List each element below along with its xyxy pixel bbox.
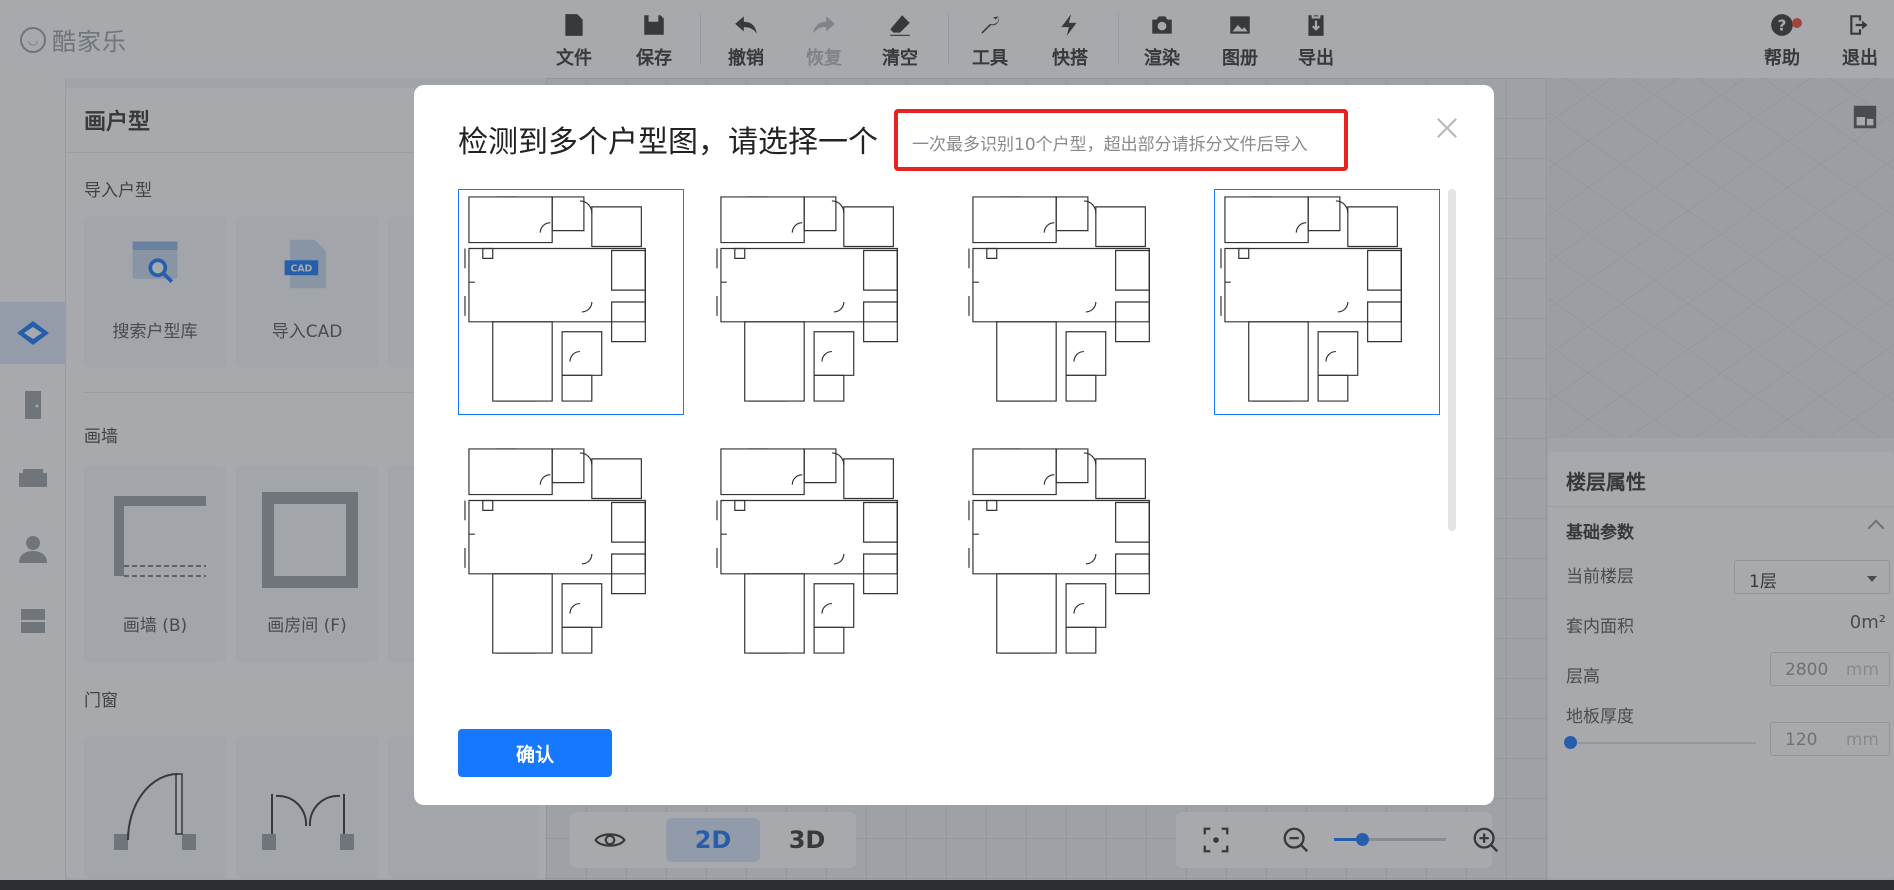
dialog-scrollbar[interactable] bbox=[1448, 189, 1456, 531]
floorplan-thumbnail bbox=[716, 448, 898, 654]
floorplan-option[interactable] bbox=[962, 189, 1188, 415]
confirm-button[interactable]: 确认 bbox=[458, 729, 612, 777]
select-floorplan-dialog: 检测到多个户型图，请选择一个 一次最多识别10个户型，超出部分请拆分文件后导入 … bbox=[414, 85, 1494, 805]
floorplan-option[interactable] bbox=[962, 441, 1188, 667]
dialog-hint-highlight: 一次最多识别10个户型，超出部分请拆分文件后导入 bbox=[894, 109, 1348, 171]
floorplan-thumbnail bbox=[1220, 196, 1402, 402]
close-icon[interactable] bbox=[1434, 115, 1460, 141]
floorplan-option[interactable] bbox=[458, 441, 684, 667]
dialog-hint: 一次最多识别10个户型，超出部分请拆分文件后导入 bbox=[912, 135, 1308, 155]
floorplan-thumbnail bbox=[716, 196, 898, 402]
floorplan-thumbnail bbox=[464, 196, 646, 402]
floorplan-option[interactable] bbox=[1214, 189, 1440, 415]
floorplan-thumbnail bbox=[968, 448, 1150, 654]
floorplan-option[interactable] bbox=[710, 441, 936, 667]
floorplan-thumbnail bbox=[968, 196, 1150, 402]
floorplan-option[interactable] bbox=[710, 189, 936, 415]
floorplan-option[interactable] bbox=[458, 189, 684, 415]
floorplan-grid bbox=[458, 189, 1458, 699]
dialog-title: 检测到多个户型图，请选择一个 bbox=[458, 125, 878, 160]
floorplan-thumbnail bbox=[464, 448, 646, 654]
